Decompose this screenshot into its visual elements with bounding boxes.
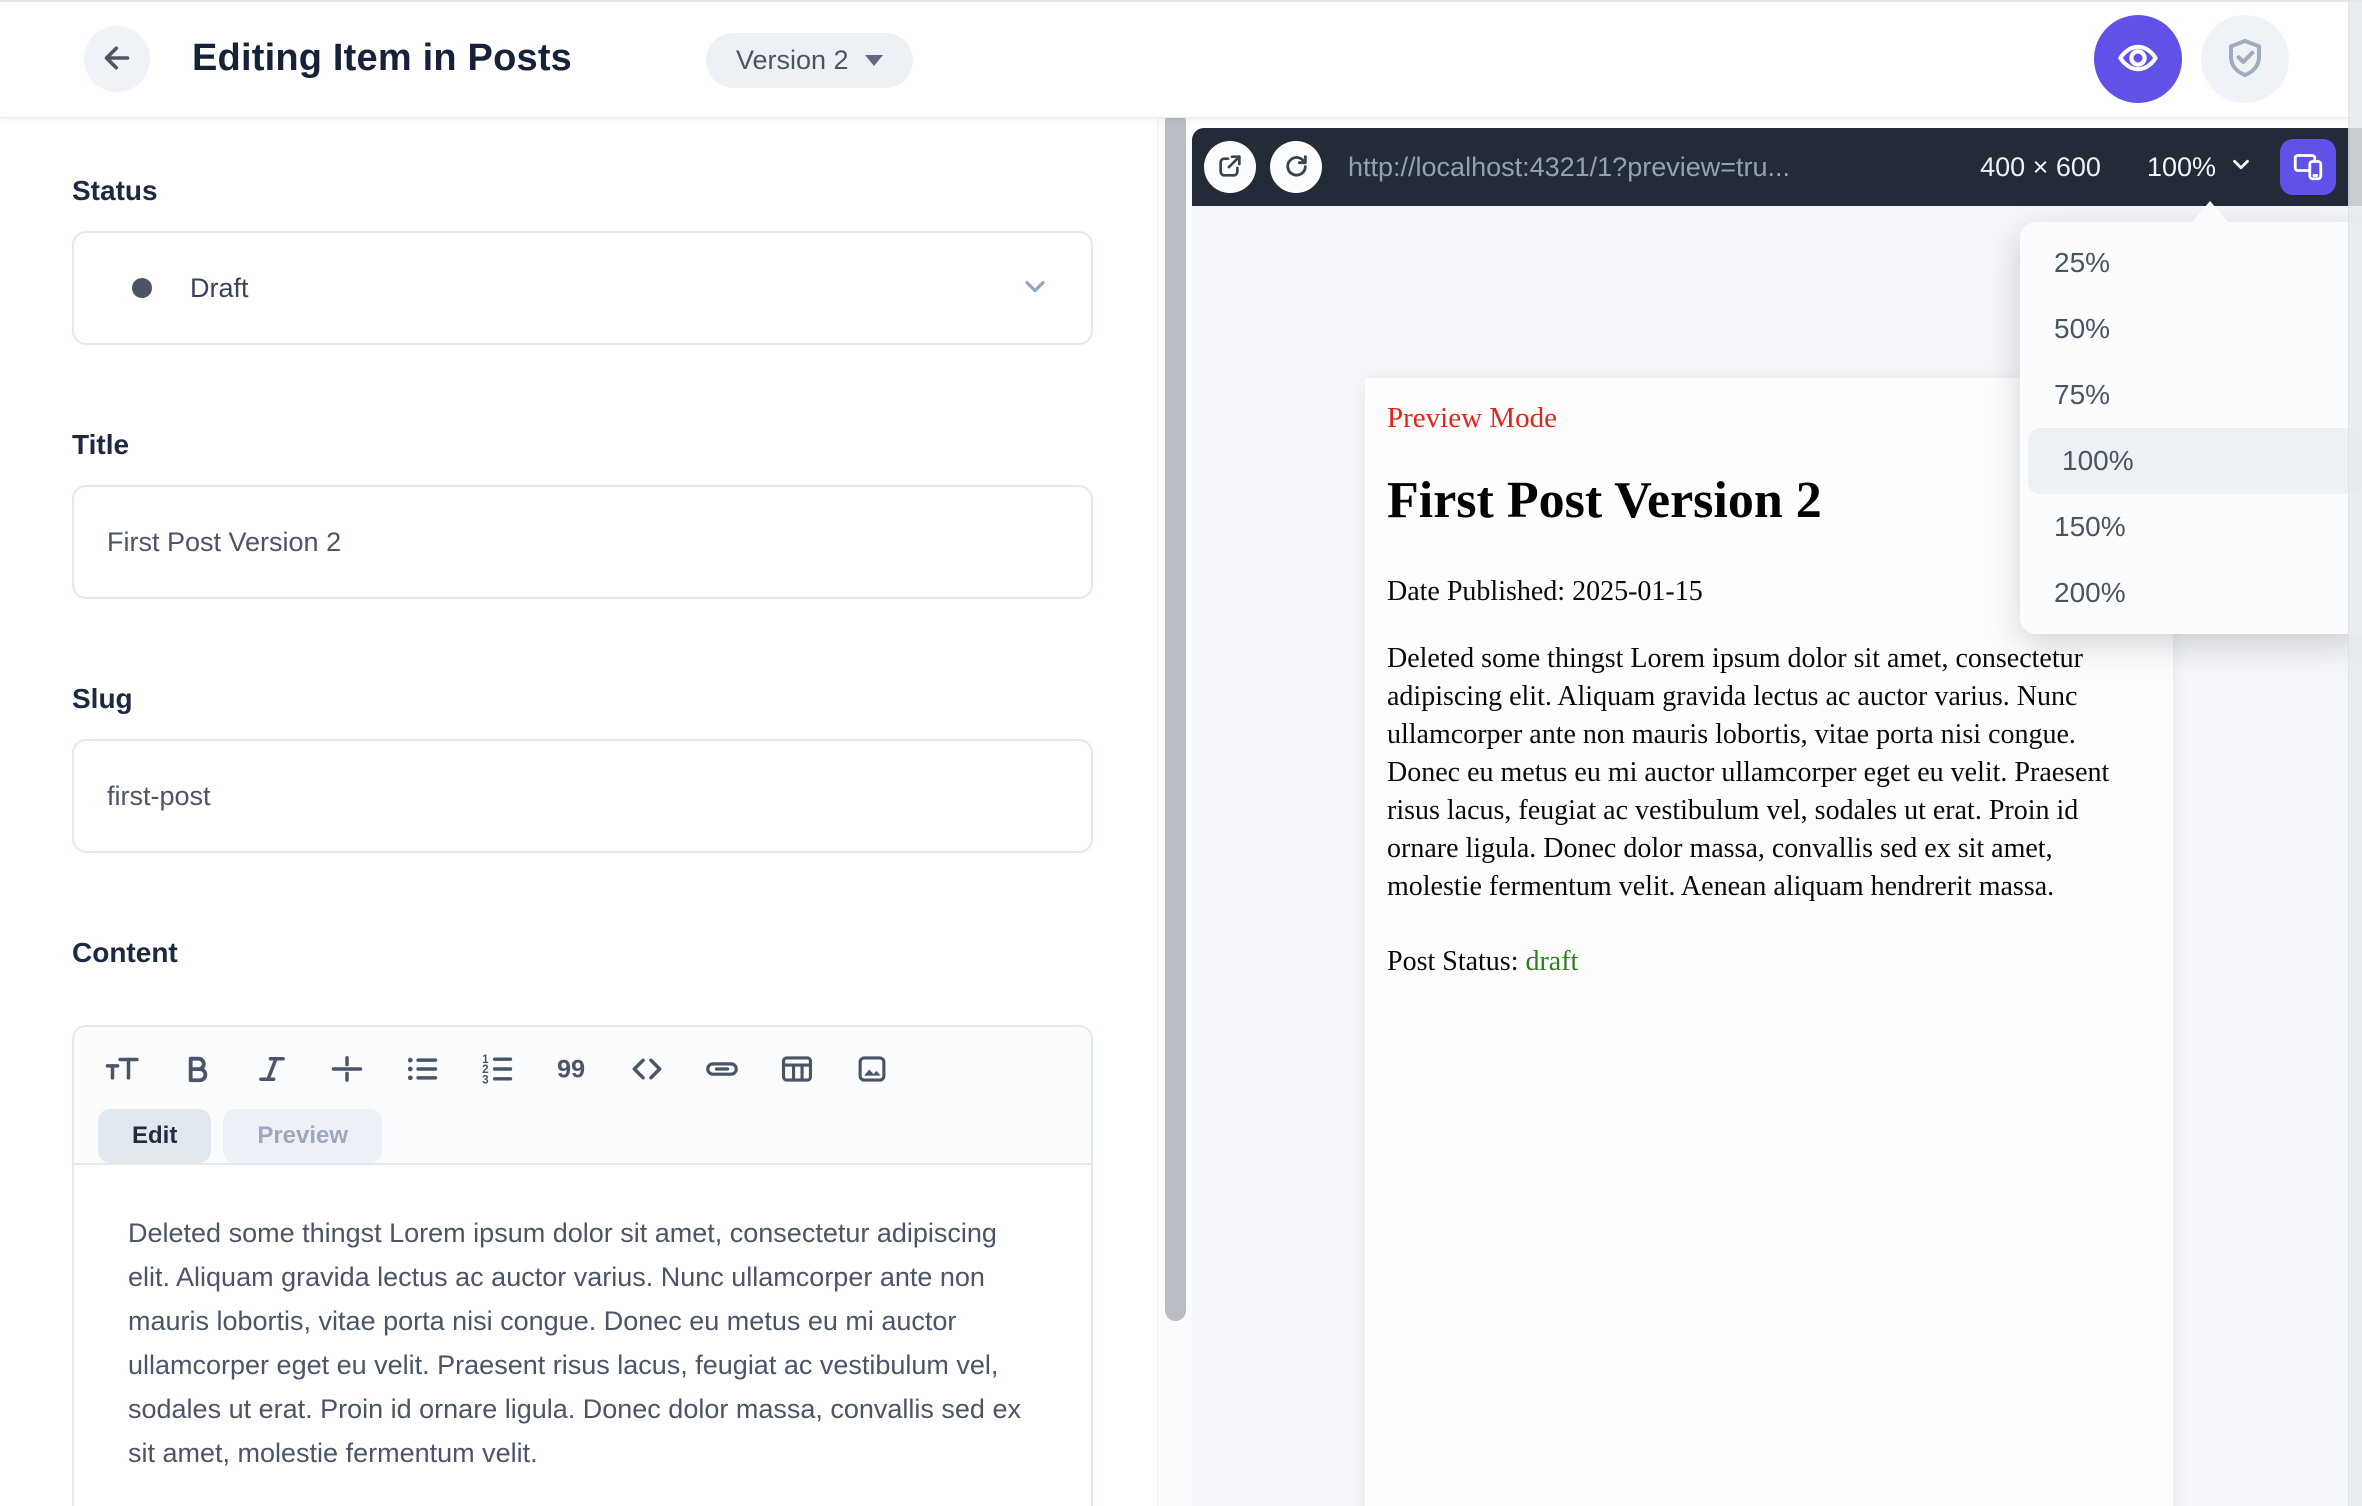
zoom-option-50[interactable]: 50% [2020,296,2362,362]
code-button[interactable] [623,1043,671,1095]
bold-button[interactable] [173,1043,221,1095]
zoom-level-value: 100% [2146,151,2216,182]
refresh-icon [1280,150,1312,185]
text-size-button[interactable] [98,1043,146,1095]
title-input[interactable] [72,485,1093,599]
text-size-icon [103,1050,141,1088]
validate-button[interactable] [2201,15,2289,103]
numbered-list-icon: 1 2 3 [478,1050,516,1088]
table-icon [778,1050,816,1088]
scrollbar-thumb[interactable] [1165,111,1186,1321]
editor-textarea[interactable]: Deleted some thingst Lorem ipsum dolor s… [74,1165,1084,1506]
slug-input[interactable] [72,739,1093,853]
status-select[interactable]: Draft [72,231,1093,345]
content-label: Content [72,937,178,968]
page-scrollbar[interactable] [2348,0,2362,1506]
page-title: Editing Item in Posts [192,37,573,79]
content-field: Content 1 2 3 99 Edit Preview Deleted so… [72,937,1093,1506]
open-in-new-button[interactable] [1204,141,1256,193]
bulleted-list-icon [403,1050,441,1088]
status-dot-icon [132,278,152,298]
editor-tabs: Edit Preview [98,1109,1067,1163]
version-label: Version 2 [736,45,849,75]
svg-text:3: 3 [482,1073,489,1086]
status-label: Status [72,175,158,206]
zoom-menu: 25% 50% 75% 100% 150% 200% [2020,222,2362,634]
zoom-option-100[interactable]: 100% [2028,428,2362,494]
tab-preview[interactable]: Preview [223,1109,383,1163]
numbered-list-button[interactable]: 1 2 3 [473,1043,521,1095]
image-icon [853,1050,891,1088]
italic-button[interactable] [248,1043,296,1095]
chevron-down-icon [1019,270,1051,307]
table-button[interactable] [773,1043,821,1095]
title-field: Title [72,429,1093,599]
blockquote-icon: 99 [553,1050,591,1088]
image-button[interactable] [848,1043,896,1095]
device-toggle-button[interactable] [2280,139,2336,195]
slug-label: Slug [72,683,133,714]
rich-text-editor: 1 2 3 99 Edit Preview Deleted some thing… [72,1025,1093,1506]
zoom-option-150[interactable]: 150% [2020,494,2362,560]
tab-edit[interactable]: Edit [98,1109,212,1163]
device-toggle-icon [2290,148,2326,187]
zoom-option-75[interactable]: 75% [2020,362,2362,428]
edit-form-panel: Status Draft Title Slug Content [0,117,1157,1506]
status-value: Draft [190,272,249,303]
chevron-down-icon [2228,151,2254,184]
refresh-button[interactable] [1270,141,1322,193]
link-icon [703,1050,741,1088]
back-arrow-icon [99,40,135,79]
preview-browser-toolbar: http://localhost:4321/1?preview=tru... 4… [1192,128,2362,206]
bold-icon [178,1050,216,1088]
editor-toolbar: 1 2 3 99 Edit Preview [74,1027,1091,1165]
caret-down-icon [864,55,883,66]
strikethrough-button[interactable] [323,1043,371,1095]
shield-check-icon [2221,34,2269,85]
post-status-label: Post Status: [1387,946,1526,977]
back-button[interactable] [84,26,150,92]
viewport-dimensions: 400 × 600 [1980,151,2101,182]
post-status-value: draft [1525,946,1579,977]
eye-icon [2114,34,2162,85]
preview-body-text: Deleted some thingst Lorem ipsum dolor s… [1387,643,2110,902]
zoom-option-200[interactable]: 200% [2020,560,2362,626]
blockquote-button[interactable]: 99 [548,1043,596,1095]
window-top-edge [0,0,2362,2]
panel-scrollbar [1157,111,1192,1506]
dropdown-caret [2192,201,2228,222]
version-selector[interactable]: Version 2 [706,33,913,88]
preview-toggle-button[interactable] [2094,15,2182,103]
bulleted-list-button[interactable] [398,1043,446,1095]
zoom-option-25[interactable]: 25% [2020,230,2362,296]
italic-icon [253,1050,291,1088]
status-field: Status Draft [72,175,1093,345]
slug-field: Slug [72,683,1093,853]
title-label: Title [72,429,130,460]
svg-text:99: 99 [557,1056,585,1084]
preview-url[interactable]: http://localhost:4321/1?preview=tru... [1348,152,1960,183]
code-icon [628,1050,666,1088]
open-in-new-icon [1214,150,1246,185]
preview-post-status: Post Status: draft [1387,946,2151,978]
zoom-level-dropdown[interactable]: 100% [2147,151,2254,184]
strikethrough-icon [328,1050,366,1088]
link-button[interactable] [698,1043,746,1095]
app-header: Editing Item in Posts Version 2 [0,0,2362,117]
